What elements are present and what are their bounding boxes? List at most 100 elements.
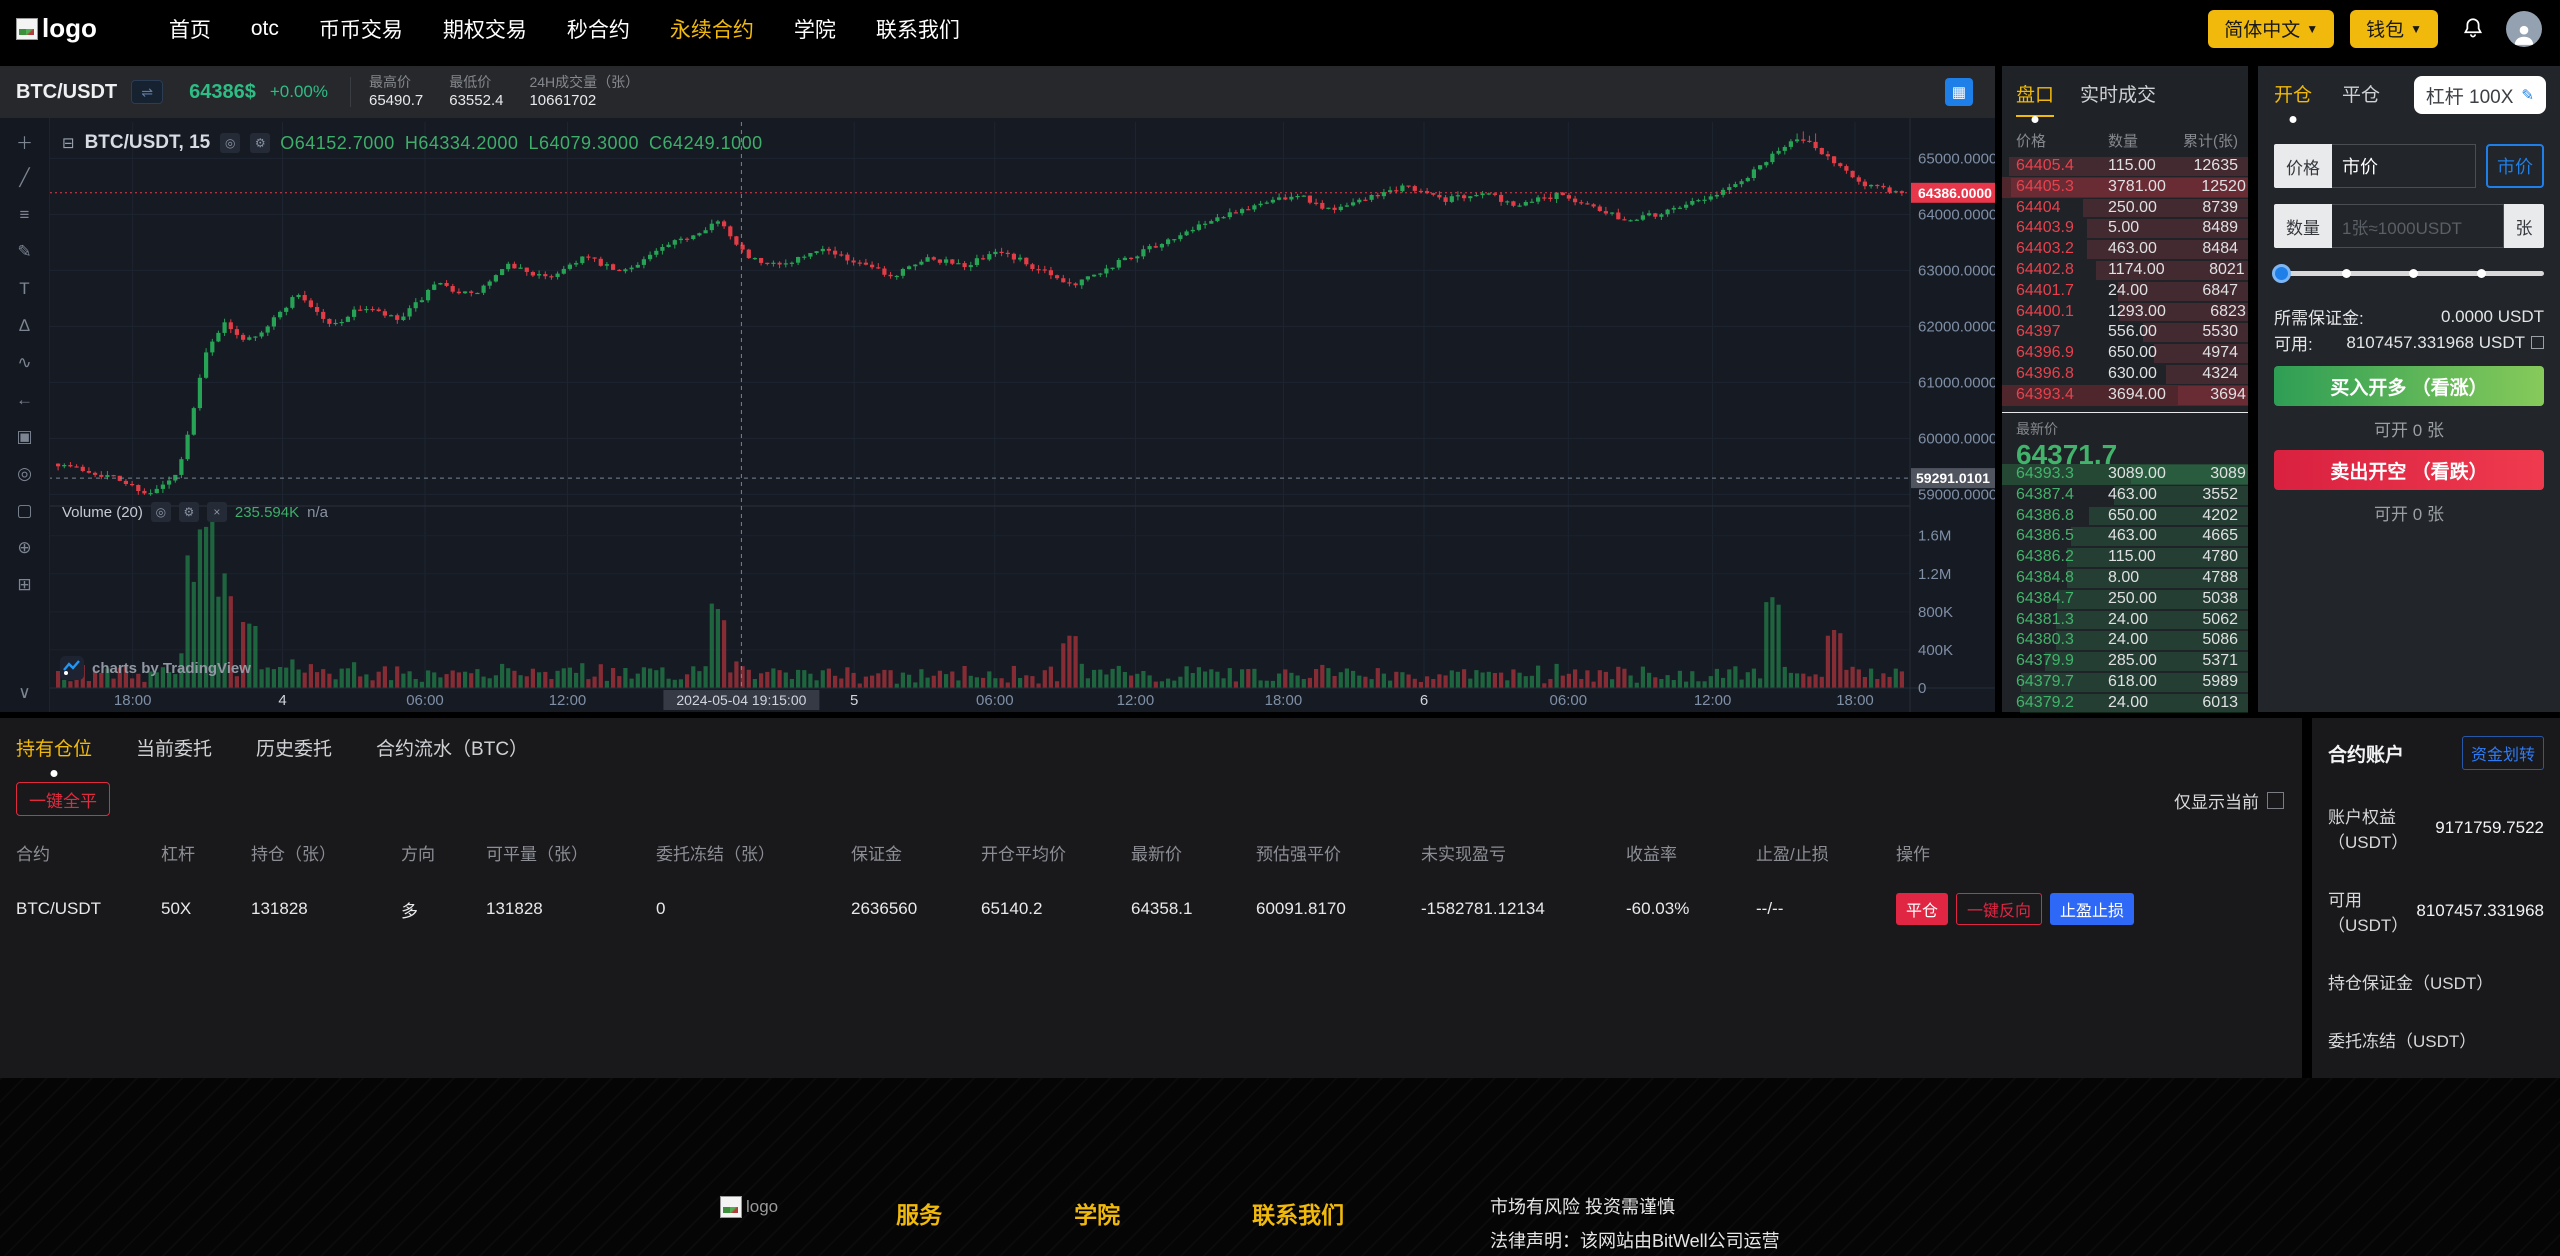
trend-line-icon[interactable]: ╱ [11,167,39,189]
tab-持有仓位[interactable]: 持有仓位 [16,734,92,771]
orderbook-row[interactable]: 64401.724.006847 [2002,281,2248,302]
leverage-label: 杠杆 100X [2426,82,2514,109]
quantity-slider[interactable] [2274,264,2544,282]
site-logo[interactable]: logo [16,13,97,44]
orderbook-row[interactable]: 64400.11293.006823 [2002,302,2248,323]
slider-dot[interactable] [2409,269,2418,278]
wave-icon[interactable]: ∿ [11,352,39,374]
orderbook-row[interactable]: 64404250.008739 [2002,198,2248,219]
close-position-button[interactable]: 平仓 [1896,893,1948,925]
orderbook-row[interactable]: 64405.33781.0012520 [2002,177,2248,198]
orderbook-row[interactable]: 64384.7250.005038 [2002,589,2248,610]
close-icon[interactable]: × [207,502,227,522]
magnet-icon[interactable]: ◎ [11,463,39,485]
quantity-input[interactable]: 1张≈1000USDT [2332,204,2504,248]
only-current-checkbox[interactable] [2267,792,2284,809]
tradingview-watermark[interactable]: charts by TradingView [60,656,251,680]
user-avatar[interactable] [2506,11,2542,47]
ob-cum: 3552 [2158,485,2238,506]
pane-icon[interactable]: ▣ [11,426,39,448]
orderbook-row[interactable]: 64396.9650.004974 [2002,343,2248,364]
tab-合约流水（BTC）[interactable]: 合约流水（BTC） [376,734,528,771]
fib-lines-icon[interactable]: ≡ [11,204,39,226]
orderbook-row[interactable]: 64397556.005530 [2002,322,2248,343]
orderbook-row[interactable]: 64380.324.005086 [2002,630,2248,651]
footer-column-title[interactable]: 服务 [896,1196,942,1230]
price-input[interactable]: 市价 [2332,144,2476,188]
tab-当前委托[interactable]: 当前委托 [136,734,212,771]
reverse-position-button[interactable]: 一键反向 [1956,893,2042,925]
footer-logo: logo [720,1196,778,1218]
tab-盘口[interactable]: 盘口 [2016,80,2054,117]
trade-panel: 开仓平仓 杠杆 100X ✎ 价格 市价 市价 数量 1张≈1000USDT 张… [2258,66,2560,712]
footer-column-title[interactable]: 联系我们 [1252,1196,1344,1230]
fund-transfer-link[interactable]: 资金划转 [2462,736,2544,770]
tab-历史委托[interactable]: 历史委托 [256,734,332,771]
ob-qty: 24.00 [2108,630,2158,651]
slider-dot[interactable] [2342,269,2351,278]
ticker-stat: 最低价63552.4 [449,74,503,110]
account-row: 可用（USDT）8107457.331968 [2328,886,2544,936]
orderbook-row[interactable]: 64381.324.005062 [2002,610,2248,631]
tp-sl-button[interactable]: 止盈止损 [2050,893,2134,925]
zoom-in-icon[interactable]: ⊕ [11,537,39,559]
orderbook-row[interactable]: 64384.88.004788 [2002,568,2248,589]
text-tool-icon[interactable]: T [11,278,39,300]
slider-dot[interactable] [2477,269,2486,278]
nav-item-币币交易[interactable]: 币币交易 [319,14,403,44]
orderbook-row[interactable]: 64405.4115.0012635 [2002,156,2248,177]
nav-item-学院[interactable]: 学院 [794,14,836,44]
gear-icon[interactable]: ⚙ [179,502,199,522]
arrow-left-icon[interactable]: ← [11,389,39,411]
orderbook-row[interactable]: 64396.8630.004324 [2002,364,2248,385]
orderbook-row[interactable]: 64393.43694.003694 [2002,385,2248,406]
orderbook-row[interactable]: 64379.7618.005989 [2002,672,2248,693]
pattern-icon[interactable]: ∆ [11,315,39,337]
orderbook-row[interactable]: 64386.8650.004202 [2002,506,2248,527]
buy-long-button[interactable]: 买入开多 （看涨） [2274,366,2544,406]
sell-short-button[interactable]: 卖出开空 （看跌） [2274,450,2544,490]
orderbook-row[interactable]: 64402.81174.008021 [2002,260,2248,281]
nav-item-永续合约[interactable]: 永续合约 [670,14,754,44]
crosshair-icon[interactable]: ＋ [11,130,39,152]
tab-实时成交[interactable]: 实时成交 [2080,80,2156,117]
orderbook-row[interactable]: 64403.95.008489 [2002,218,2248,239]
leverage-button[interactable]: 杠杆 100X ✎ [2414,76,2546,114]
notification-bell-icon[interactable] [2460,16,2486,42]
pair-switch-button[interactable]: ⇌ [131,80,163,104]
orderbook-row[interactable]: 64387.4463.003552 [2002,485,2248,506]
orderbook-row[interactable]: 64403.2463.008484 [2002,239,2248,260]
market-price-button[interactable]: 市价 [2486,144,2544,188]
nav-item-首页[interactable]: 首页 [169,14,211,44]
main-menu: 首页 otc 币币交易 期权交易 秒合约 永续合约 学院 联系我们 [169,14,960,44]
nav-item-otc[interactable]: otc [251,17,279,41]
orderbook-row[interactable]: 64386.5463.004665 [2002,526,2248,547]
nav-item-联系我们[interactable]: 联系我们 [876,14,960,44]
candlestick-chart[interactable]: 65000.000064000.000063000.000062000.0000… [0,118,1995,712]
nav-item-秒合约[interactable]: 秒合约 [567,14,630,44]
chart-symbol-legend: ⊟ BTC/USDT, 15 ◎ ⚙ O64152.7000 H64334.20… [62,132,763,154]
lock-icon[interactable]: ▢ [11,500,39,522]
chevron-down-icon[interactable]: ∨ [11,682,39,704]
eye-icon[interactable]: ◎ [220,133,240,153]
orderbook-row[interactable]: 64379.9285.005371 [2002,651,2248,672]
tab-平仓[interactable]: 平仓 [2342,80,2380,117]
close-all-button[interactable]: 一键全平 [16,782,110,816]
orderbook-row[interactable]: 64379.224.006013 [2002,693,2248,714]
orderbook-row[interactable]: 64393.33089.003089 [2002,464,2248,485]
orderbook-row[interactable]: 64386.2115.004780 [2002,547,2248,568]
tradingview-chart[interactable]: 65000.000064000.000063000.000062000.0000… [0,118,1995,712]
measure-icon[interactable]: ⊞ [11,574,39,596]
legend-collapse-icon[interactable]: ⊟ [62,134,75,152]
brush-icon[interactable]: ✎ [11,241,39,263]
slider-thumb[interactable] [2272,264,2291,283]
language-button[interactable]: 简体中文▼ [2208,10,2334,48]
gear-icon[interactable]: ⚙ [250,133,270,153]
transfer-icon[interactable] [2531,336,2544,349]
nav-item-期权交易[interactable]: 期权交易 [443,14,527,44]
footer-column-title[interactable]: 学院 [1074,1196,1120,1230]
eye-icon[interactable]: ◎ [151,502,171,522]
wallet-button[interactable]: 钱包▼ [2350,10,2438,48]
tab-开仓[interactable]: 开仓 [2274,80,2312,117]
chart-layout-button[interactable]: ▦ [1945,78,1973,106]
